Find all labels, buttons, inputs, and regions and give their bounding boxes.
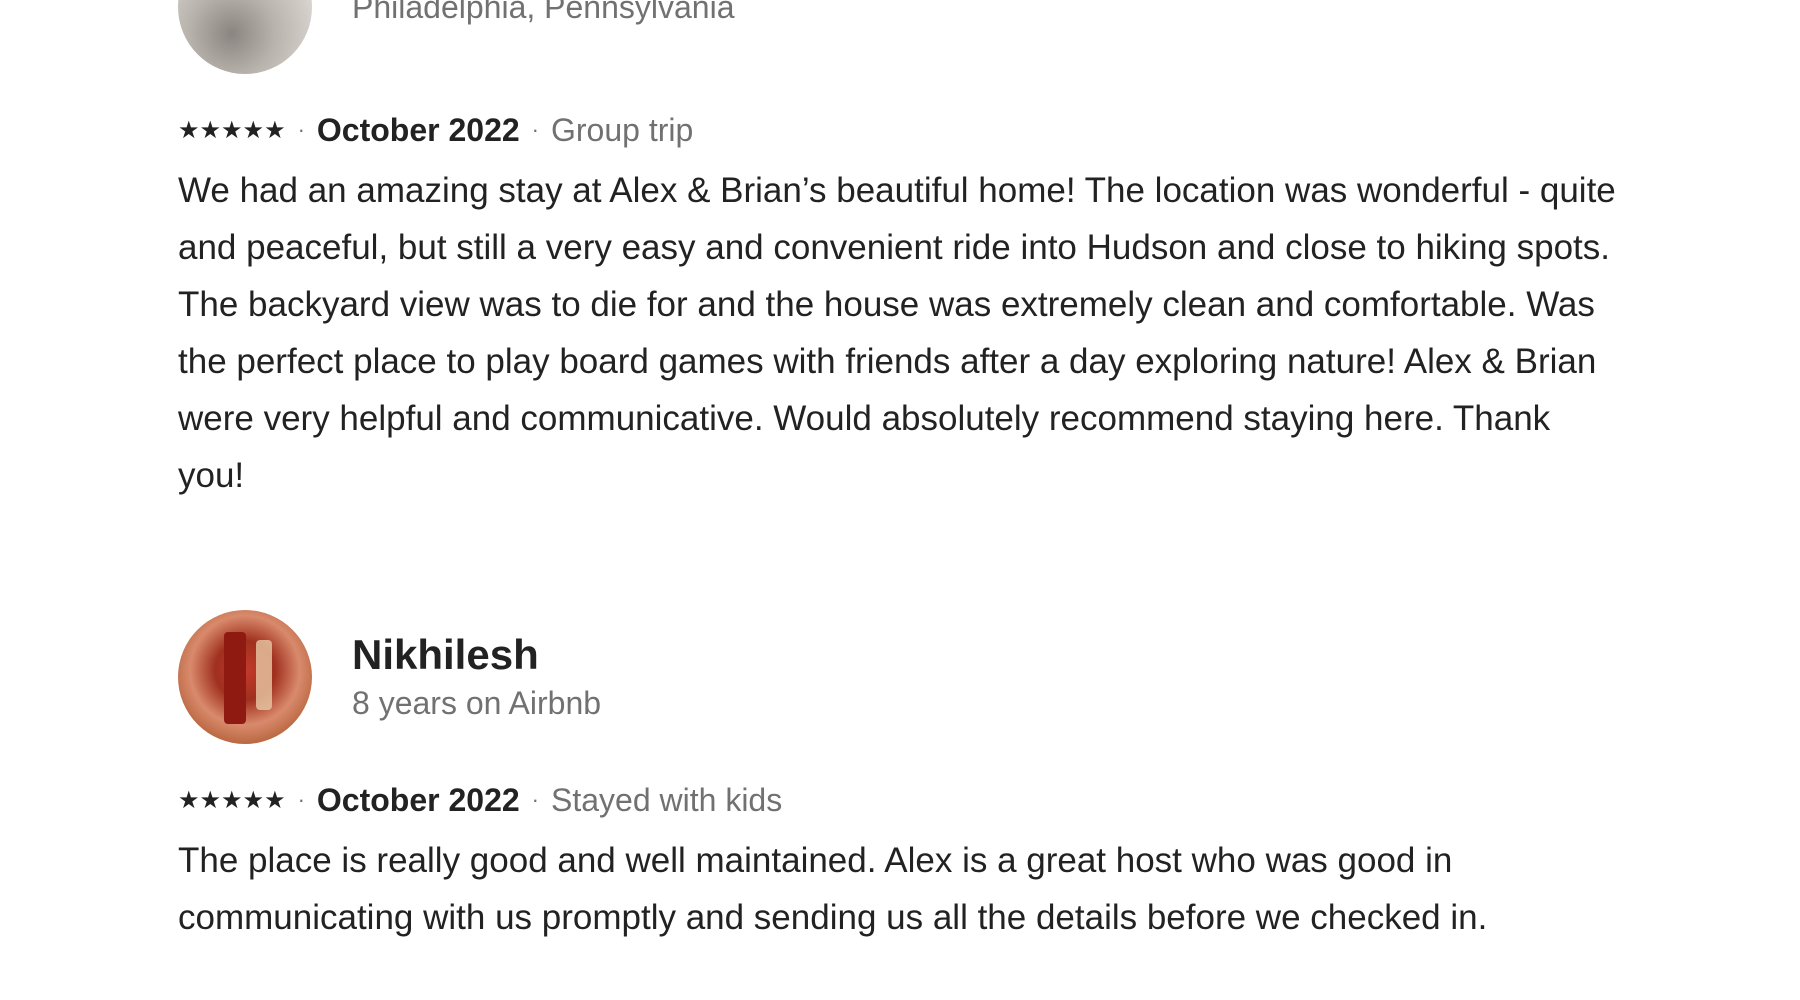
separator-dot: · (531, 787, 539, 812)
avatar[interactable] (178, 610, 312, 744)
reviewer-info: Nikhilesh 8 years on Airbnb (352, 629, 601, 725)
review-date: October 2022 (316, 781, 520, 818)
avatar[interactable] (178, 0, 312, 74)
review-card: Nikhilesh 8 years on Airbnb ★★★★★ · Octo… (178, 610, 1618, 946)
reviewer-header: Philadelphia, Pennsylvania (178, 0, 1618, 74)
star-rating: ★★★★★ (178, 786, 286, 814)
reviews-page: Philadelphia, Pennsylvania ★★★★★ · Octob… (0, 0, 1800, 1000)
review-meta: ★★★★★ · October 2022 · Group trip (178, 108, 1618, 152)
review-date: October 2022 (316, 111, 520, 148)
avatar-photo-detail (256, 640, 272, 710)
reviewer-location: Philadelphia, Pennsylvania (352, 0, 735, 25)
review-card: Philadelphia, Pennsylvania ★★★★★ · Octob… (178, 0, 1618, 504)
avatar-photo-detail (224, 632, 246, 724)
star-rating: ★★★★★ (178, 116, 286, 144)
separator-dot: · (297, 117, 305, 142)
review-text: We had an amazing stay at Alex & Brian’s… (178, 171, 1616, 495)
trip-type: Stayed with kids (551, 781, 783, 818)
separator-dot: · (531, 117, 539, 142)
review-text: The place is really good and well mainta… (178, 841, 1488, 937)
trip-type: Group trip (551, 111, 694, 148)
reviewer-name[interactable]: Nikhilesh (352, 629, 601, 681)
reviewer-tenure: 8 years on Airbnb (352, 685, 602, 721)
reviewer-info: Philadelphia, Pennsylvania (352, 0, 734, 29)
reviewer-header: Nikhilesh 8 years on Airbnb (178, 610, 1618, 744)
separator-dot: · (297, 787, 305, 812)
review-meta: ★★★★★ · October 2022 · Stayed with kids (178, 778, 1618, 822)
